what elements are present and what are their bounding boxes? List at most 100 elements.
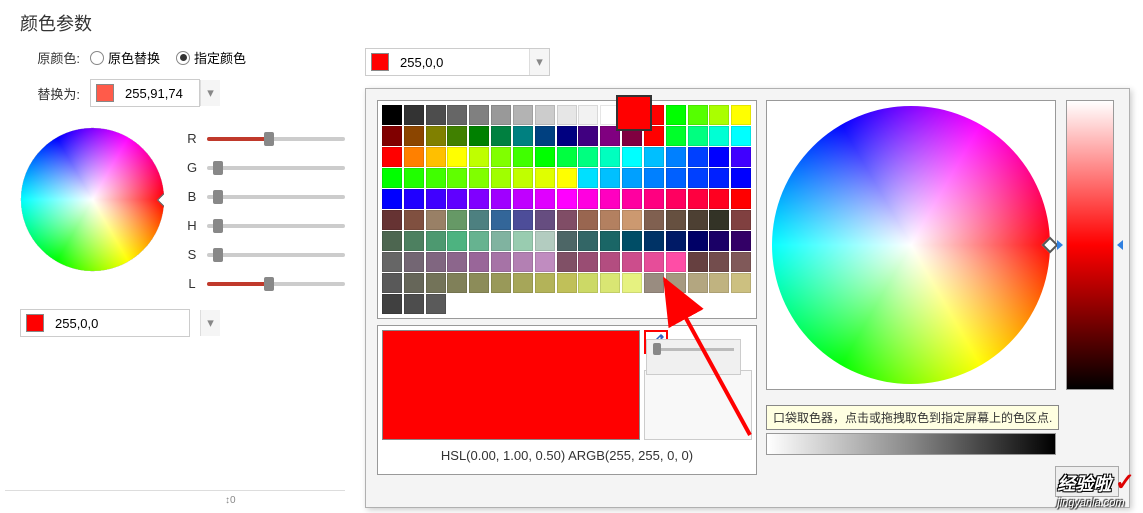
palette-cell[interactable]	[709, 126, 729, 146]
palette-cell[interactable]	[447, 147, 467, 167]
palette-cell[interactable]	[709, 210, 729, 230]
palette-cell[interactable]	[578, 105, 598, 125]
palette-cell[interactable]	[731, 147, 751, 167]
mini-slider[interactable]	[646, 339, 741, 375]
palette-cell[interactable]	[382, 168, 402, 188]
palette-cell[interactable]	[557, 105, 577, 125]
palette-cell[interactable]	[666, 252, 686, 272]
palette-cell[interactable]	[404, 168, 424, 188]
slider-r[interactable]: R	[185, 131, 345, 146]
palette-cell[interactable]	[709, 168, 729, 188]
slider-track[interactable]	[207, 253, 345, 257]
palette-cell[interactable]	[447, 189, 467, 209]
palette-cell[interactable]	[491, 105, 511, 125]
palette-cell[interactable]	[426, 168, 446, 188]
gradient-bar[interactable]	[766, 433, 1056, 455]
palette-cell[interactable]	[688, 273, 708, 293]
palette-cell[interactable]	[622, 252, 642, 272]
palette-cell[interactable]	[535, 231, 555, 251]
bottom-color-input[interactable]: 255,0,0	[20, 309, 190, 337]
palette-cell[interactable]	[622, 168, 642, 188]
palette-cell[interactable]	[382, 105, 402, 125]
palette-cell[interactable]	[688, 126, 708, 146]
palette-cell[interactable]	[600, 231, 620, 251]
palette-cell[interactable]	[709, 273, 729, 293]
palette-cell[interactable]	[426, 210, 446, 230]
color-wheel-big[interactable]	[772, 106, 1050, 384]
palette-cell[interactable]	[382, 294, 402, 314]
palette-cell[interactable]	[447, 126, 467, 146]
palette-cell[interactable]	[557, 168, 577, 188]
palette-cell[interactable]	[404, 105, 424, 125]
palette-cell[interactable]	[382, 126, 402, 146]
palette-cell[interactable]	[382, 210, 402, 230]
palette-cell[interactable]	[491, 273, 511, 293]
palette-cell[interactable]	[600, 210, 620, 230]
palette-cell[interactable]	[382, 189, 402, 209]
palette-cell[interactable]	[535, 189, 555, 209]
radio-specify-color[interactable]: 指定颜色	[176, 48, 246, 67]
slider-track[interactable]	[207, 166, 345, 170]
palette-cell[interactable]	[491, 168, 511, 188]
palette-cell[interactable]	[644, 168, 664, 188]
palette-cell[interactable]	[404, 273, 424, 293]
palette-cell[interactable]	[666, 210, 686, 230]
palette-cell[interactable]	[731, 210, 751, 230]
palette-cell[interactable]	[557, 231, 577, 251]
palette-cell[interactable]	[557, 273, 577, 293]
palette-cell[interactable]	[578, 189, 598, 209]
palette-cell[interactable]	[382, 147, 402, 167]
palette-cell[interactable]	[426, 273, 446, 293]
palette-cell[interactable]	[731, 168, 751, 188]
palette-cell[interactable]	[688, 231, 708, 251]
palette-cell[interactable]	[731, 105, 751, 125]
palette-cell[interactable]	[557, 126, 577, 146]
palette-cell[interactable]	[535, 105, 555, 125]
palette-cell[interactable]	[731, 126, 751, 146]
palette-cell[interactable]	[666, 105, 686, 125]
dropdown-button[interactable]: ▾	[529, 49, 549, 75]
slider-s[interactable]: S	[185, 247, 345, 262]
palette-cell[interactable]	[600, 189, 620, 209]
palette-cell[interactable]	[426, 105, 446, 125]
palette-cell[interactable]	[513, 210, 533, 230]
palette-cell[interactable]	[688, 168, 708, 188]
palette-cell[interactable]	[688, 252, 708, 272]
radio-original-replace[interactable]: 原色替换	[90, 48, 160, 67]
palette-cell[interactable]	[709, 189, 729, 209]
palette-cell[interactable]	[404, 126, 424, 146]
palette-cell[interactable]	[513, 105, 533, 125]
palette-cell[interactable]	[404, 231, 424, 251]
palette-cell[interactable]	[491, 189, 511, 209]
palette-cell[interactable]	[622, 273, 642, 293]
palette-cell[interactable]	[622, 189, 642, 209]
palette-cell[interactable]	[731, 273, 751, 293]
palette-cell[interactable]	[666, 189, 686, 209]
palette-cell[interactable]	[535, 126, 555, 146]
palette-cell[interactable]	[600, 273, 620, 293]
palette-cell[interactable]	[447, 210, 467, 230]
palette-cell[interactable]	[557, 210, 577, 230]
palette-cell[interactable]	[491, 210, 511, 230]
color-wheel-small[interactable]	[20, 127, 165, 272]
palette-cell[interactable]	[404, 294, 424, 314]
palette-cell[interactable]	[447, 168, 467, 188]
palette-cell[interactable]	[535, 252, 555, 272]
palette-cell[interactable]	[709, 147, 729, 167]
palette-cell[interactable]	[600, 147, 620, 167]
palette-cell[interactable]	[644, 252, 664, 272]
palette-cell[interactable]	[447, 105, 467, 125]
palette-cell[interactable]	[404, 252, 424, 272]
palette-cell[interactable]	[469, 210, 489, 230]
palette-cell[interactable]	[404, 210, 424, 230]
palette-cell[interactable]	[426, 147, 446, 167]
palette-cell[interactable]	[709, 105, 729, 125]
palette-cell[interactable]	[426, 189, 446, 209]
palette-cell[interactable]	[557, 252, 577, 272]
palette-cell[interactable]	[557, 189, 577, 209]
palette-cell[interactable]	[469, 231, 489, 251]
slider-track[interactable]	[207, 137, 345, 141]
palette-cell[interactable]	[622, 147, 642, 167]
palette-cell[interactable]	[382, 252, 402, 272]
palette-cell[interactable]	[426, 126, 446, 146]
